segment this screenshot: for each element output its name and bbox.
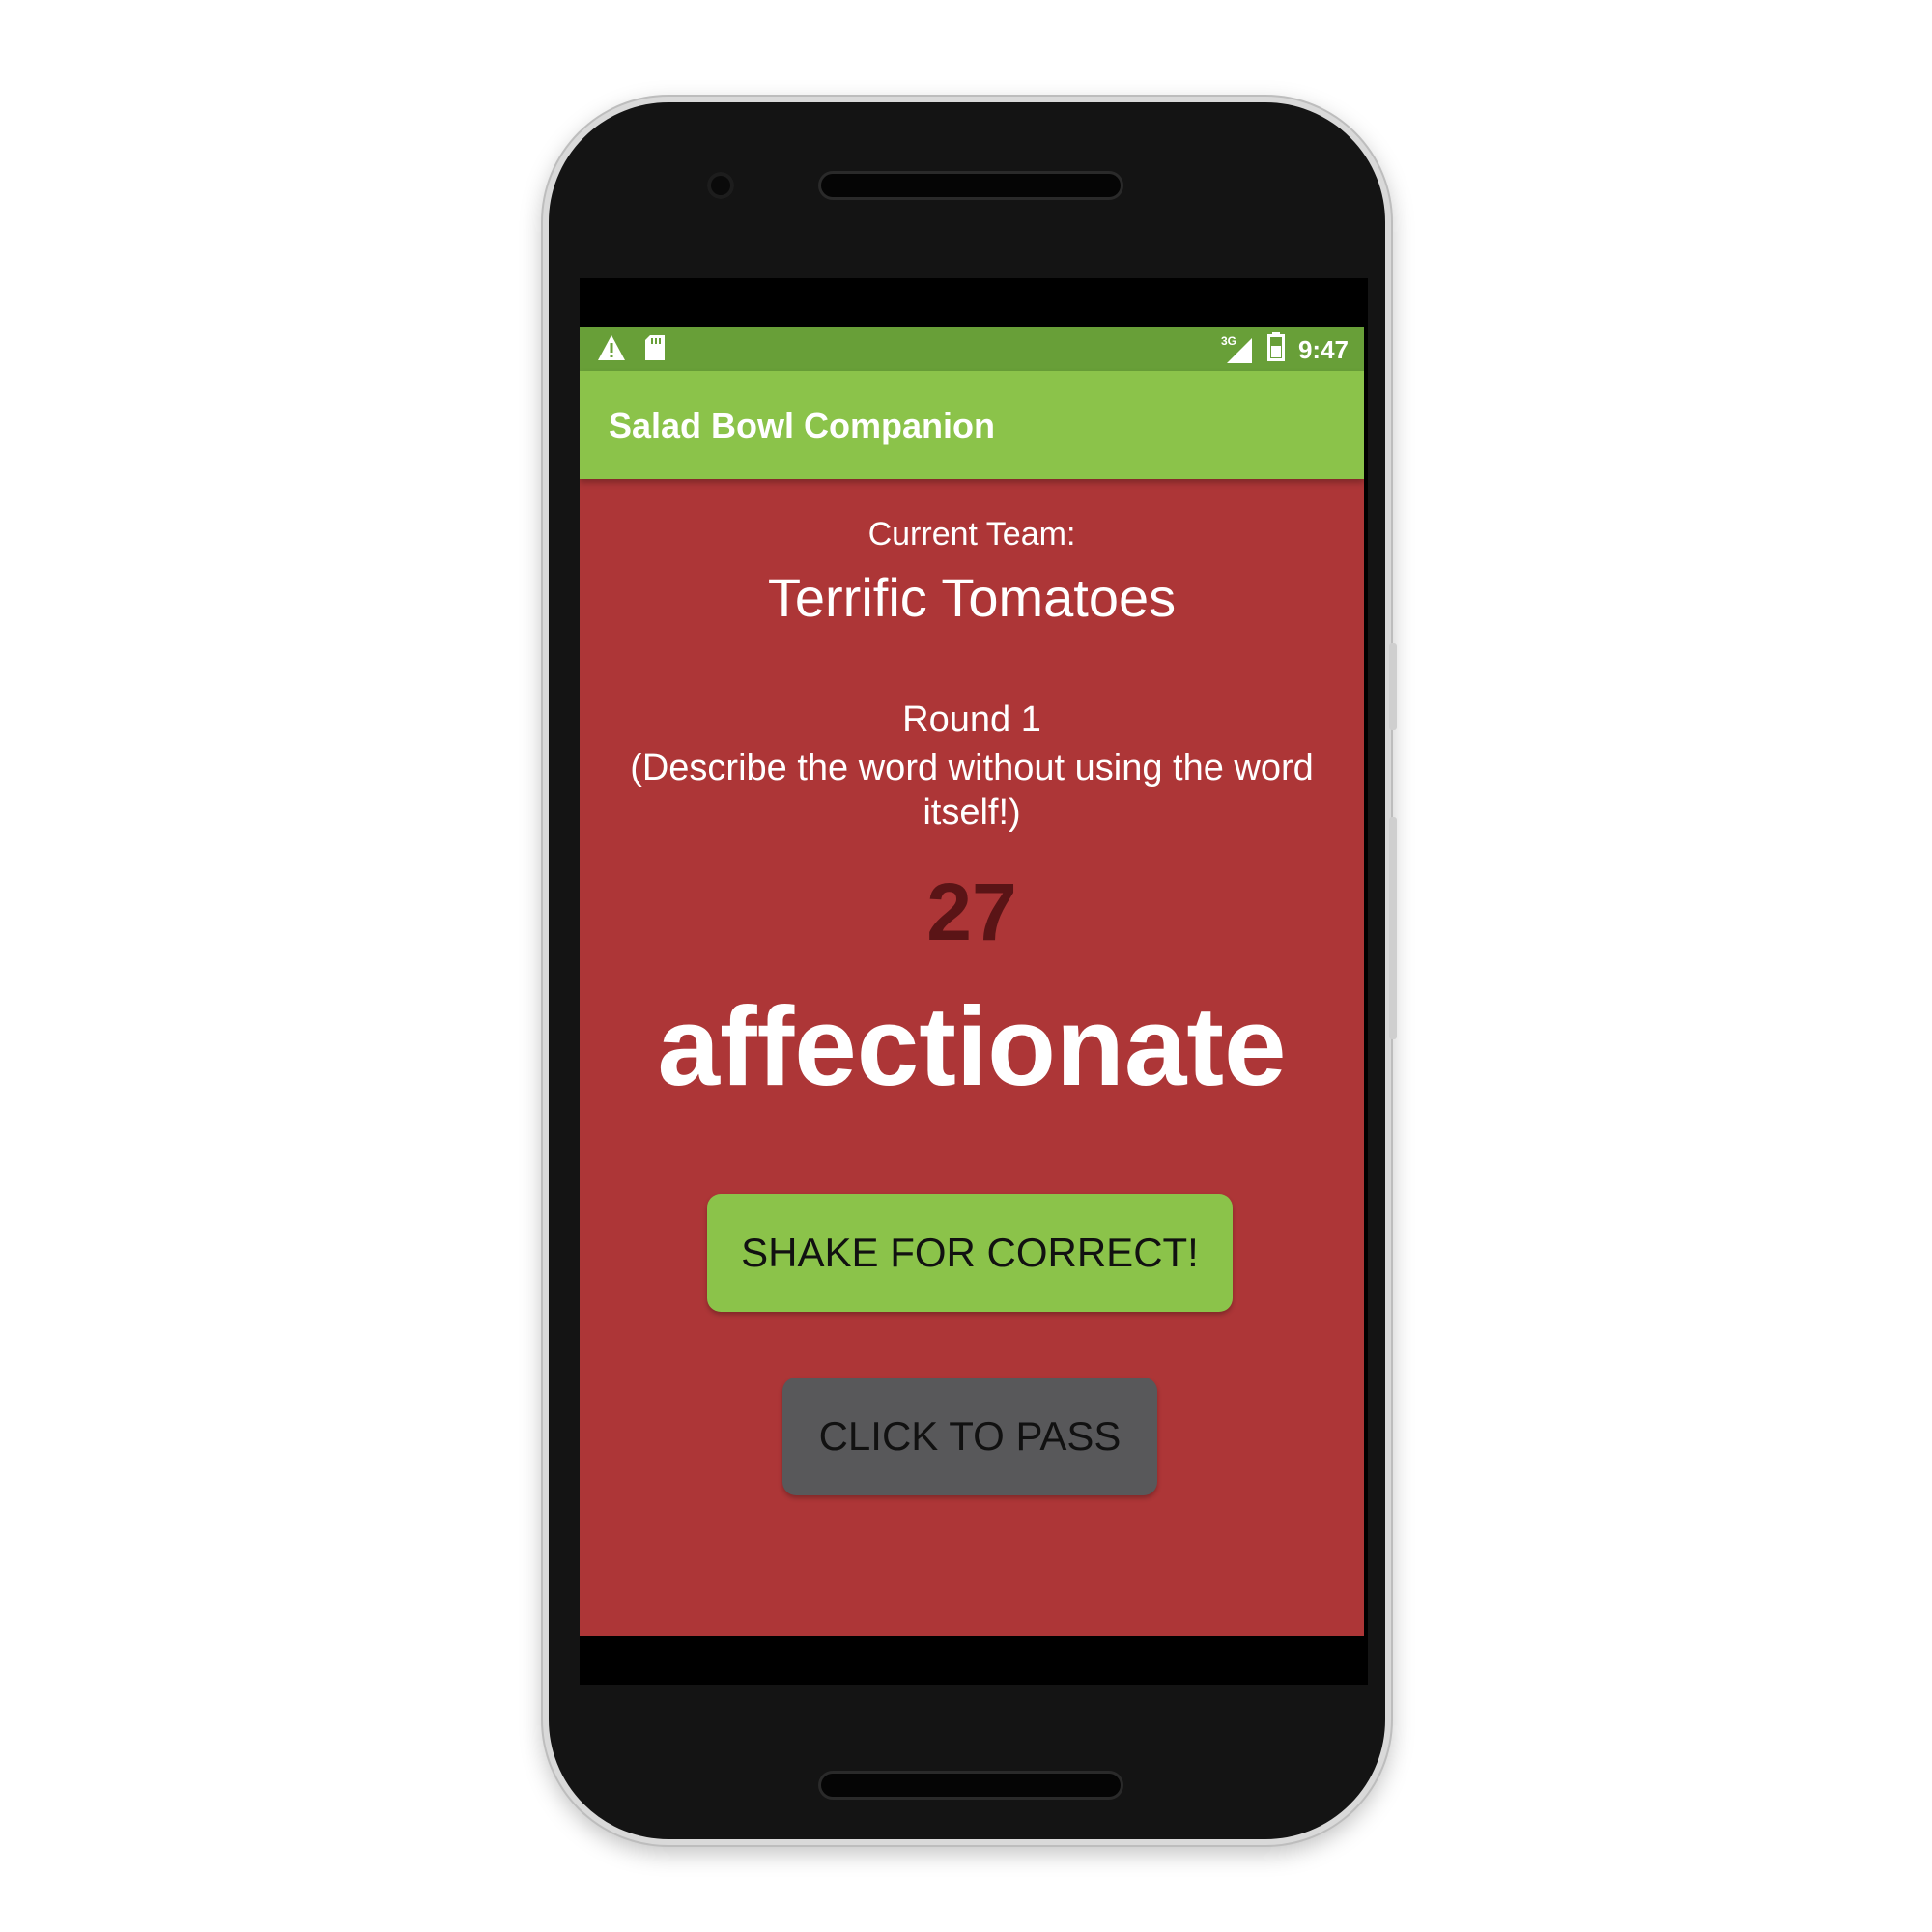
- phone-screen: 3G 9:47 Salad Bowl Companion Current Tea…: [580, 278, 1368, 1685]
- signal-icon: 3G: [1220, 333, 1254, 365]
- status-time: 9:47: [1297, 335, 1349, 364]
- network-type-label: 3G: [1220, 333, 1236, 348]
- top-speaker: [821, 174, 1121, 197]
- current-team-label: Current Team:: [867, 516, 1076, 553]
- current-word: affectionate: [657, 983, 1287, 1109]
- battery-icon: [1266, 332, 1285, 368]
- status-left-icons: [597, 334, 667, 366]
- bottom-screen-area: [580, 1636, 1368, 1685]
- round-instructions: (Describe the word without using the wor…: [630, 748, 1314, 833]
- phone-frame: 3G 9:47 Salad Bowl Companion Current Tea…: [543, 97, 1397, 1845]
- bottom-speaker: [821, 1774, 1121, 1797]
- current-team-name: Terrific Tomatoes: [767, 567, 1177, 628]
- round-label: Round 1: [902, 699, 1041, 740]
- volume-button: [1389, 817, 1397, 1039]
- front-camera: [707, 172, 734, 199]
- app-title: Salad Bowl Companion: [609, 406, 996, 445]
- power-button: [1389, 643, 1397, 730]
- click-to-pass-button[interactable]: CLICK TO PASS: [782, 1378, 1157, 1495]
- warning-icon: [597, 334, 626, 366]
- status-right-icons: 3G 9:47: [1221, 332, 1349, 368]
- shake-for-correct-button[interactable]: SHAKE FOR CORRECT!: [707, 1194, 1233, 1312]
- app-bar: Salad Bowl Companion: [580, 371, 1364, 479]
- status-bar: 3G 9:47: [580, 327, 1364, 371]
- countdown-timer: 27: [926, 867, 1017, 957]
- sd-card-icon: [643, 334, 667, 366]
- game-content: Current Team: Terrific Tomatoes Round 1 …: [580, 479, 1364, 1636]
